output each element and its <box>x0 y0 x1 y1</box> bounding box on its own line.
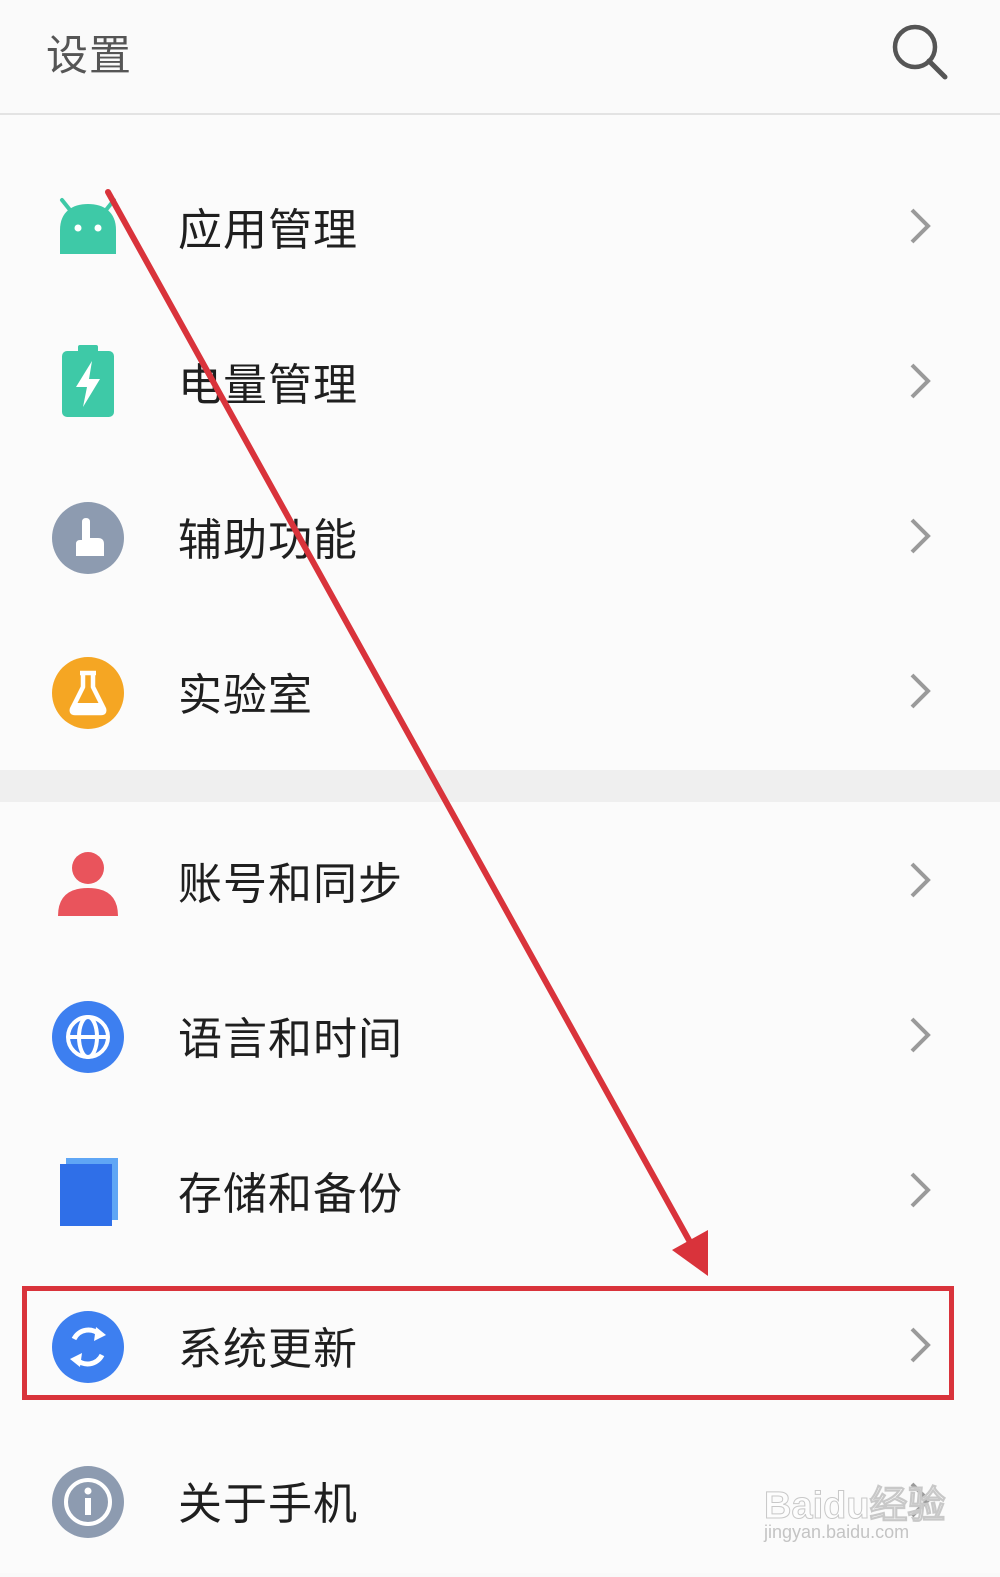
page-title: 设置 <box>46 31 133 80</box>
section-divider <box>0 770 1000 802</box>
settings-item-label: 系统更新 <box>178 1323 358 1375</box>
settings-item-language-time[interactable]: 语言和时间 <box>0 957 1000 1112</box>
settings-item-label: 账号和同步 <box>178 858 403 910</box>
settings-item-system-update[interactable]: 系统更新 <box>0 1267 1000 1422</box>
chevron-right-icon <box>910 1172 931 1208</box>
chevron-right-icon <box>910 518 931 554</box>
settings-item-lab[interactable]: 实验室 <box>0 613 1000 768</box>
android-app-icon <box>60 198 116 254</box>
settings-item-accessibility[interactable]: 辅助功能 <box>0 458 1000 613</box>
settings-item-account-sync[interactable]: 账号和同步 <box>0 802 1000 957</box>
top-app-bar: 设置 <box>0 0 1000 115</box>
flask-icon <box>52 657 124 729</box>
settings-item-label: 语言和时间 <box>178 1013 403 1065</box>
person-icon <box>58 852 118 916</box>
settings-item-label: 应用管理 <box>178 204 358 256</box>
search-icon[interactable] <box>888 20 950 82</box>
battery-icon <box>62 345 114 417</box>
settings-item-battery-management[interactable]: 电量管理 <box>0 303 1000 458</box>
settings-item-label: 存储和备份 <box>178 1168 403 1220</box>
chevron-right-icon <box>910 1017 931 1053</box>
chevron-right-icon <box>910 673 931 709</box>
settings-item-storage-backup[interactable]: 存储和备份 <box>0 1112 1000 1267</box>
sync-icon <box>52 1311 124 1383</box>
touch-hand-icon <box>52 502 124 574</box>
storage-icon <box>60 1158 118 1226</box>
settings-item-about-phone[interactable]: 关于手机 <box>0 1422 1000 1577</box>
settings-item-app-management[interactable]: 应用管理 <box>0 148 1000 303</box>
chevron-right-icon <box>910 1482 931 1518</box>
settings-item-label: 辅助功能 <box>178 514 358 566</box>
chevron-right-icon <box>910 1327 931 1363</box>
chevron-right-icon <box>910 208 931 244</box>
globe-icon <box>52 1001 124 1073</box>
settings-item-label: 实验室 <box>178 669 313 721</box>
chevron-right-icon <box>910 862 931 898</box>
info-icon <box>52 1466 124 1538</box>
settings-item-label: 关于手机 <box>178 1478 358 1530</box>
chevron-right-icon <box>910 363 931 399</box>
settings-item-label: 电量管理 <box>178 359 358 411</box>
